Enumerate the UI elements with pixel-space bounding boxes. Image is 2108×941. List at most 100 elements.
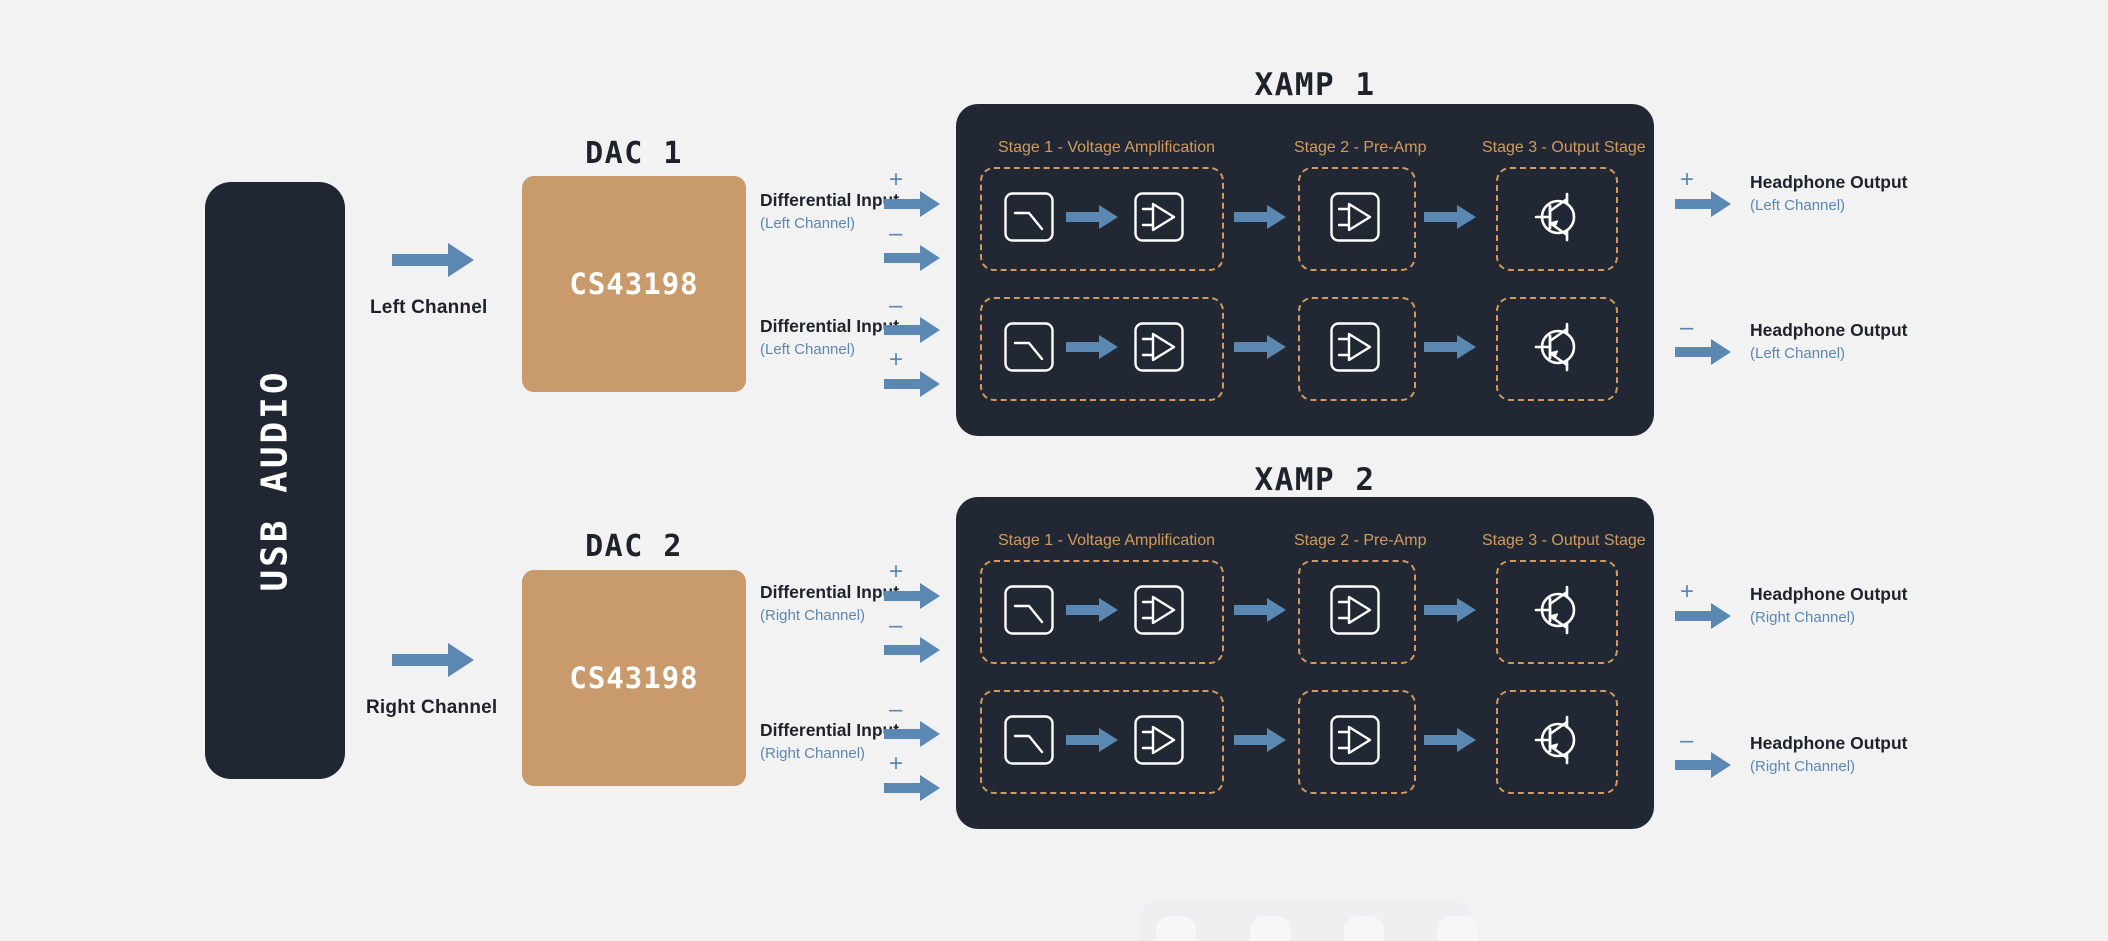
xamp-1-stage-1-row-a-arrow	[1066, 205, 1118, 229]
dac-2-title: DAC 2	[585, 529, 683, 564]
xamp-1-row-b-arrow-to-stage-3	[1424, 335, 1476, 359]
differential-input-3-arrow-plus	[884, 583, 940, 609]
differential-input-2-channel: (Left Channel)	[760, 340, 856, 358]
headphone-output-2-arrow	[1675, 339, 1731, 365]
headphone-output-4: Headphone Output (Right Channel)	[1750, 733, 1907, 775]
opamp-icon	[1330, 585, 1380, 635]
differential-input-2-title: Differential Input	[760, 316, 899, 338]
opamp-icon	[1330, 715, 1380, 765]
transistor-icon	[1530, 713, 1582, 767]
xamp-2-stage-1-row-a-arrow	[1066, 598, 1118, 622]
headphone-output-4-arrow	[1675, 752, 1731, 778]
differential-input-4-channel: (Right Channel)	[760, 744, 866, 762]
dac-2-block: CS43198	[522, 570, 746, 786]
headphone-output-2: Headphone Output (Left Channel)	[1750, 320, 1907, 362]
transistor-icon	[1530, 320, 1582, 374]
differential-input-3-sign-minus: –	[889, 612, 903, 639]
differential-input-4-title-text: Differential Input	[760, 720, 900, 740]
headphone-output-1-sign: +	[1680, 166, 1695, 193]
xamp-1-row-a-arrow-to-stage-3	[1424, 205, 1476, 229]
differential-input-3-channel: (Right Channel)	[760, 606, 866, 624]
dac-1-title: DAC 1	[585, 136, 683, 171]
headphone-output-2-channel: (Left Channel)	[1750, 344, 1846, 362]
xamp-2-row-b-arrow-to-stage-3	[1424, 728, 1476, 752]
bottom-ghost-key-3	[1344, 916, 1384, 941]
differential-input-4-sign-plus: +	[889, 750, 904, 777]
differential-input-3: Differential Input (Right Channel)	[760, 582, 899, 624]
transistor-icon	[1530, 190, 1582, 244]
headphone-output-3-sign: +	[1680, 578, 1695, 605]
headphone-output-1-channel: (Left Channel)	[1750, 196, 1846, 214]
bottom-ghost-key-2	[1250, 916, 1290, 941]
headphone-output-2-title: Headphone Output	[1750, 320, 1907, 342]
dac-2-chip-label: CS43198	[569, 661, 699, 695]
headphone-output-1-title: Headphone Output	[1750, 172, 1907, 194]
differential-input-4-arrow-minus	[884, 721, 940, 747]
differential-input-1-sign-minus: –	[889, 220, 903, 247]
differential-input-1-arrow-plus	[884, 191, 940, 217]
usb-audio-block: USB AUDIO	[205, 182, 345, 779]
headphone-output-3: Headphone Output (Right Channel)	[1750, 584, 1907, 626]
opamp-icon	[1134, 192, 1184, 242]
headphone-output-4-title: Headphone Output	[1750, 733, 1907, 755]
filter-icon	[1004, 192, 1054, 242]
opamp-icon	[1330, 322, 1380, 372]
dac-1-chip-label: CS43198	[569, 267, 699, 301]
differential-input-1: Differential Input (Left Channel)	[760, 190, 899, 232]
headphone-output-4-channel: (Right Channel)	[1750, 757, 1856, 775]
differential-input-1-title: Differential Input	[760, 190, 899, 212]
xamp-1-stage-3-label: Stage 3 - Output Stage	[1482, 139, 1646, 156]
headphone-output-2-sign: –	[1680, 314, 1694, 341]
xamp-2-row-a-arrow-to-stage-3	[1424, 598, 1476, 622]
opamp-icon	[1330, 192, 1380, 242]
differential-input-4: Differential Input (Right Channel)	[760, 720, 899, 762]
bottom-ghost-key-4	[1438, 916, 1478, 941]
filter-icon	[1004, 585, 1054, 635]
xamp-1-title: XAMP 1	[1254, 67, 1376, 103]
opamp-icon	[1134, 585, 1184, 635]
xamp-2-stage-1-row-b-arrow	[1066, 728, 1118, 752]
xamp-2-title: XAMP 2	[1254, 462, 1376, 498]
opamp-icon	[1134, 322, 1184, 372]
headphone-output-2-title-text: Headphone Output	[1750, 320, 1908, 340]
headphone-output-1-title-text: Headphone Output	[1750, 172, 1908, 192]
headphone-output-3-title-text: Headphone Output	[1750, 584, 1908, 604]
differential-input-2-arrow-minus	[884, 317, 940, 343]
xamp-2-row-a-arrow-to-stage-2	[1234, 598, 1286, 622]
differential-input-3-arrow-minus	[884, 637, 940, 663]
differential-input-2: Differential Input (Left Channel)	[760, 316, 899, 358]
right-channel-label: Right Channel	[366, 697, 498, 718]
opamp-icon	[1134, 715, 1184, 765]
headphone-output-4-sign: –	[1680, 727, 1694, 754]
usb-audio-label: USB AUDIO	[254, 369, 296, 592]
headphone-output-3-arrow	[1675, 603, 1731, 629]
filter-icon	[1004, 322, 1054, 372]
headphone-output-3-title: Headphone Output	[1750, 584, 1907, 606]
differential-input-2-sign-plus: +	[889, 346, 904, 373]
xamp-2-stage-3-label: Stage 3 - Output Stage	[1482, 532, 1646, 549]
differential-input-3-title-text: Differential Input	[760, 582, 900, 602]
xamp-1-stage-2-label: Stage 2 - Pre-Amp	[1294, 139, 1427, 156]
bottom-ghost-key-1	[1156, 916, 1196, 941]
left-channel-arrow	[392, 243, 474, 277]
xamp-2-row-b-arrow-to-stage-2	[1234, 728, 1286, 752]
headphone-output-1-arrow	[1675, 191, 1731, 217]
xamp-2-stage-1-label: Stage 1 - Voltage Amplification	[998, 532, 1216, 549]
right-channel-arrow	[392, 643, 474, 677]
xamp-1-stage-1-row-b-arrow	[1066, 335, 1118, 359]
differential-input-2-title-text: Differential Input	[760, 316, 900, 336]
differential-input-2-sign-minus: –	[889, 292, 903, 319]
differential-input-1-channel: (Left Channel)	[760, 214, 856, 232]
headphone-output-1: Headphone Output (Left Channel)	[1750, 172, 1907, 214]
left-channel-label: Left Channel	[370, 297, 488, 318]
differential-input-1-title-text: Differential Input	[760, 190, 900, 210]
differential-input-1-sign-plus: +	[889, 166, 904, 193]
differential-input-4-arrow-plus	[884, 775, 940, 801]
dac-1-block: CS43198	[522, 176, 746, 392]
signal-flow-diagram: USB AUDIO Left Channel Right Channel DAC…	[0, 0, 2108, 941]
differential-input-4-sign-minus: –	[889, 696, 903, 723]
headphone-output-4-title-text: Headphone Output	[1750, 733, 1908, 753]
differential-input-4-title: Differential Input	[760, 720, 899, 742]
xamp-1-row-b-arrow-to-stage-2	[1234, 335, 1286, 359]
filter-icon	[1004, 715, 1054, 765]
